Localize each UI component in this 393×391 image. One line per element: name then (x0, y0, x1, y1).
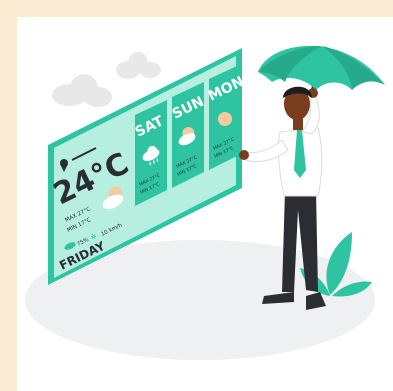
umbrella-icon (258, 45, 385, 93)
weather-illustration: 24°C MAX 27°C MIN 17°C 75% ✲ 10 km/h FRI… (25, 45, 385, 360)
illustration-canvas: 24°C MAX 27°C MIN 17°C 75% ✲ 10 km/h FRI… (0, 0, 393, 391)
background-cloud-icon (116, 52, 161, 79)
background-cloud-icon (52, 74, 112, 107)
